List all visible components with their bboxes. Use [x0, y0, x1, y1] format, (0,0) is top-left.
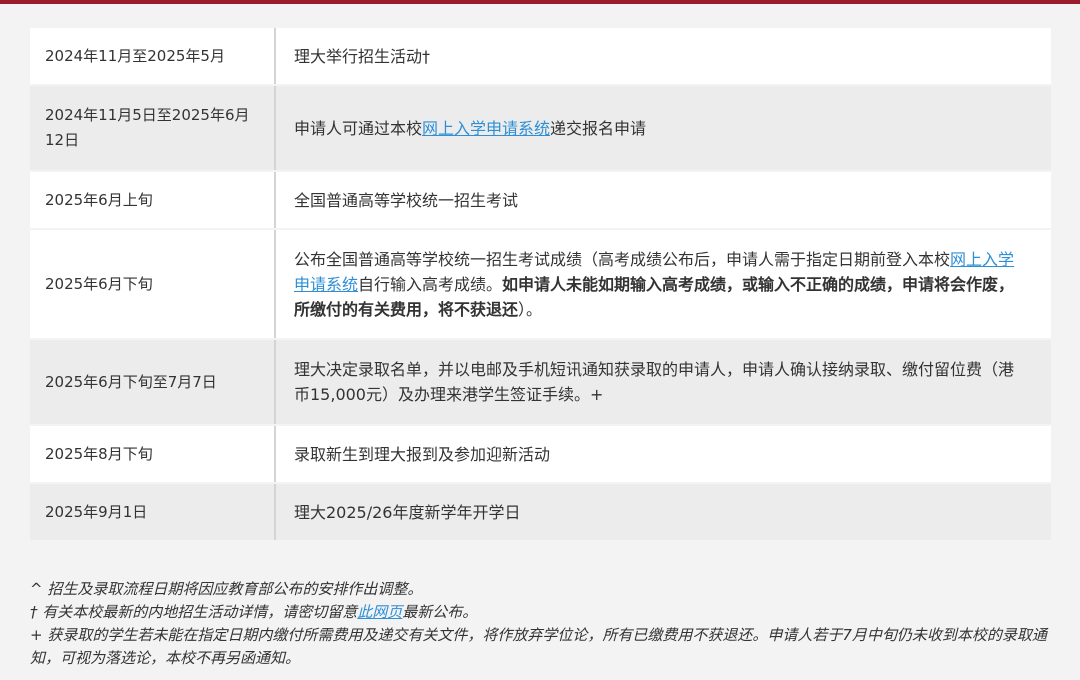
footnote: ^ 招生及录取流程日期将因应教育部公布的安排作出调整。 [30, 580, 423, 598]
date-cell: 2025年6月下旬至7月7日 [30, 340, 276, 424]
table-row: 2025年6月下旬至7月7日 理大决定录取名单，并以电邮及手机短讯通知获录取的申… [30, 340, 1051, 426]
table-row: 2025年8月下旬 录取新生到理大报到及参加迎新活动 [30, 426, 1051, 484]
date-cell: 2025年6月下旬 [30, 230, 276, 338]
table-row: 2024年11月至2025年5月 理大举行招生活动† [30, 28, 1051, 86]
table-row: 2025年6月下旬 公布全国普通高等学校统一招生考试成绩（高考成绩公布后，申请人… [30, 230, 1051, 340]
online-application-link[interactable]: 网上入学申请系统 [422, 119, 550, 138]
event-cell: 理大举行招生活动† [294, 46, 431, 66]
date-cell: 2024年11月5日至2025年6月12日 [30, 86, 276, 170]
date-cell: 2025年8月下旬 [30, 426, 276, 482]
footnote: + 获录取的学生若未能在指定日期内缴付所需费用及递交有关文件，将作放弃学位论，所… [30, 626, 1047, 667]
event-cell: 公布全国普通高等学校统一招生考试成绩（高考成绩公布后，申请人需于指定日期前登入本… [294, 249, 1015, 319]
table-row: 2025年6月上旬 全国普通高等学校统一招生考试 [30, 172, 1051, 230]
event-cell: 理大2025/26年度新学年开学日 [294, 502, 521, 522]
top-accent-bar [0, 0, 1080, 4]
table-row: 2025年9月1日 理大2025/26年度新学年开学日 [30, 484, 1051, 542]
footnote: † 有关本校最新的内地招生活动详情，请密切留意此网页最新公布。 [30, 603, 478, 621]
footnotes: ^ 招生及录取流程日期将因应教育部公布的安排作出调整。 † 有关本校最新的内地招… [30, 578, 1060, 670]
event-cell: 录取新生到理大报到及参加迎新活动 [294, 444, 551, 464]
this-webpage-link[interactable]: 此网页 [357, 603, 402, 621]
date-cell: 2025年6月上旬 [30, 172, 276, 228]
table-row: 2024年11月5日至2025年6月12日 申请人可通过本校网上入学申请系统递交… [30, 86, 1051, 172]
date-cell: 2024年11月至2025年5月 [30, 28, 276, 84]
event-cell: 全国普通高等学校统一招生考试 [294, 190, 519, 210]
date-cell: 2025年9月1日 [30, 484, 276, 540]
event-cell: 申请人可通过本校网上入学申请系统递交报名申请 [294, 118, 647, 138]
admission-timeline-table: 2024年11月至2025年5月 理大举行招生活动† 2024年11月5日至20… [30, 28, 1051, 542]
event-cell: 理大决定录取名单，并以电邮及手机短讯通知获录取的申请人，申请人确认接纳录取、缴付… [294, 360, 1015, 404]
